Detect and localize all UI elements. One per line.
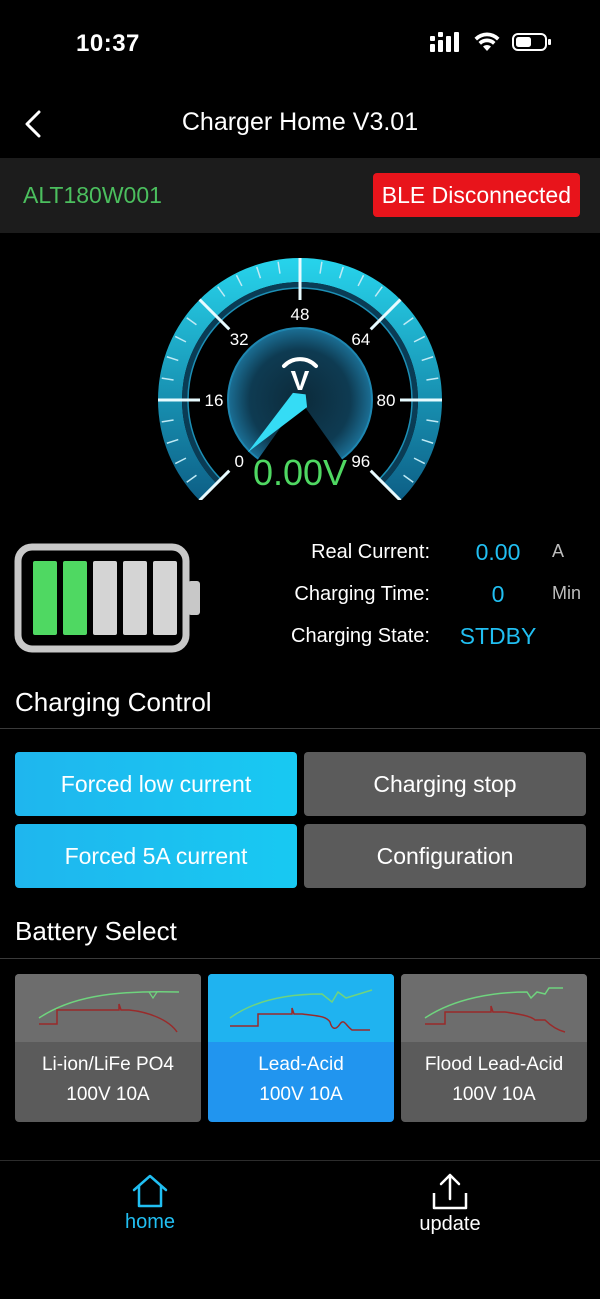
forced-5a-current-button[interactable]: Forced 5A current bbox=[15, 824, 297, 888]
charge-curve bbox=[208, 974, 394, 1042]
charging-control-title: Charging Control bbox=[15, 687, 212, 717]
charging-state-value: STDBY bbox=[459, 623, 537, 649]
ble-status-badge[interactable]: BLE Disconnected bbox=[372, 173, 580, 217]
gauge-tick-label: 32 bbox=[230, 330, 249, 349]
charging-time-value: 0 bbox=[491, 581, 505, 607]
gauge-tick-label: 80 bbox=[377, 391, 396, 410]
battery-bar-filled bbox=[33, 561, 57, 635]
battery-option-lead-acid[interactable]: Lead-Acid 100V 10A bbox=[208, 974, 394, 1122]
wifi-icon bbox=[474, 32, 500, 51]
gauge-tick-label: 16 bbox=[205, 391, 224, 410]
real-current-value: 0.00 bbox=[475, 539, 521, 565]
divider bbox=[0, 728, 600, 729]
voltage-readout: 0.00V bbox=[252, 452, 348, 493]
tab-update-label: update bbox=[419, 1213, 481, 1235]
battery-bar-empty bbox=[93, 561, 117, 635]
tab-bar: home update bbox=[0, 1160, 600, 1299]
forced-low-current-button[interactable]: Forced low current bbox=[15, 752, 297, 816]
charging-state-row: Charging State: STDBY bbox=[240, 619, 600, 659]
charging-time-label: Charging Time: bbox=[294, 583, 430, 605]
battery-option-spec: 100V 10A bbox=[66, 1084, 150, 1105]
battery-option-spec: 100V 10A bbox=[259, 1084, 343, 1105]
status-icons bbox=[430, 32, 552, 52]
battery-select-title: Battery Select bbox=[15, 916, 177, 946]
charge-curve-icon bbox=[424, 987, 566, 1033]
gauge-tick-label: 48 bbox=[291, 305, 310, 324]
battery-bar-empty bbox=[153, 561, 177, 635]
tab-home-label: home bbox=[124, 1211, 176, 1233]
battery-level-icon bbox=[14, 543, 200, 653]
status-bar: 10:37 bbox=[0, 0, 600, 90]
real-current-unit: A bbox=[552, 541, 565, 561]
battery-option-flood-lead-acid[interactable]: Flood Lead-Acid 100V 10A bbox=[401, 974, 587, 1122]
charging-readouts: Real Current: 0.00 A Charging Time: 0 Mi… bbox=[240, 535, 600, 655]
gauge-unit-symbol: V bbox=[291, 365, 310, 396]
cellular-signal-icon bbox=[430, 32, 459, 52]
home-icon bbox=[132, 1174, 168, 1208]
battery-option-li-ion[interactable]: Li-ion/LiFe PO4 100V 10A bbox=[15, 974, 201, 1122]
gauge-tick-label: 64 bbox=[351, 330, 370, 349]
charging-time-row: Charging Time: 0 Min bbox=[240, 577, 600, 617]
battery-option-name: Li-ion/LiFe PO4 bbox=[41, 1054, 174, 1075]
battery-bar-filled bbox=[63, 561, 87, 635]
device-id: ALT180W001 bbox=[23, 182, 162, 208]
configuration-button[interactable]: Configuration bbox=[304, 824, 586, 888]
divider bbox=[0, 958, 600, 959]
charging-stop-button[interactable]: Charging stop bbox=[304, 752, 586, 816]
charging-time-unit: Min bbox=[552, 583, 582, 603]
upload-icon bbox=[432, 1173, 468, 1210]
page-title: Charger Home V3.01 bbox=[181, 108, 419, 136]
battery-option-name: Flood Lead-Acid bbox=[424, 1054, 564, 1075]
tab-home[interactable]: home bbox=[90, 1173, 210, 1253]
tab-update[interactable]: update bbox=[390, 1173, 510, 1253]
battery-status-icon bbox=[512, 33, 551, 51]
charging-state-label: Charging State: bbox=[291, 625, 430, 647]
charge-curve bbox=[15, 974, 201, 1042]
charge-curve-icon bbox=[38, 990, 180, 1033]
battery-bar-empty bbox=[123, 561, 147, 635]
nav-bar: Charger Home V3.01 bbox=[0, 90, 600, 158]
battery-option-name: Lead-Acid bbox=[258, 1054, 344, 1075]
real-current-label: Real Current: bbox=[311, 541, 430, 563]
real-current-row: Real Current: 0.00 A bbox=[240, 535, 600, 575]
charge-curve-icon bbox=[229, 989, 373, 1031]
battery-option-spec: 100V 10A bbox=[452, 1084, 536, 1105]
status-time: 10:37 bbox=[76, 30, 140, 57]
device-row: ALT180W001 BLE Disconnected bbox=[0, 158, 600, 233]
charge-curve bbox=[401, 974, 587, 1042]
